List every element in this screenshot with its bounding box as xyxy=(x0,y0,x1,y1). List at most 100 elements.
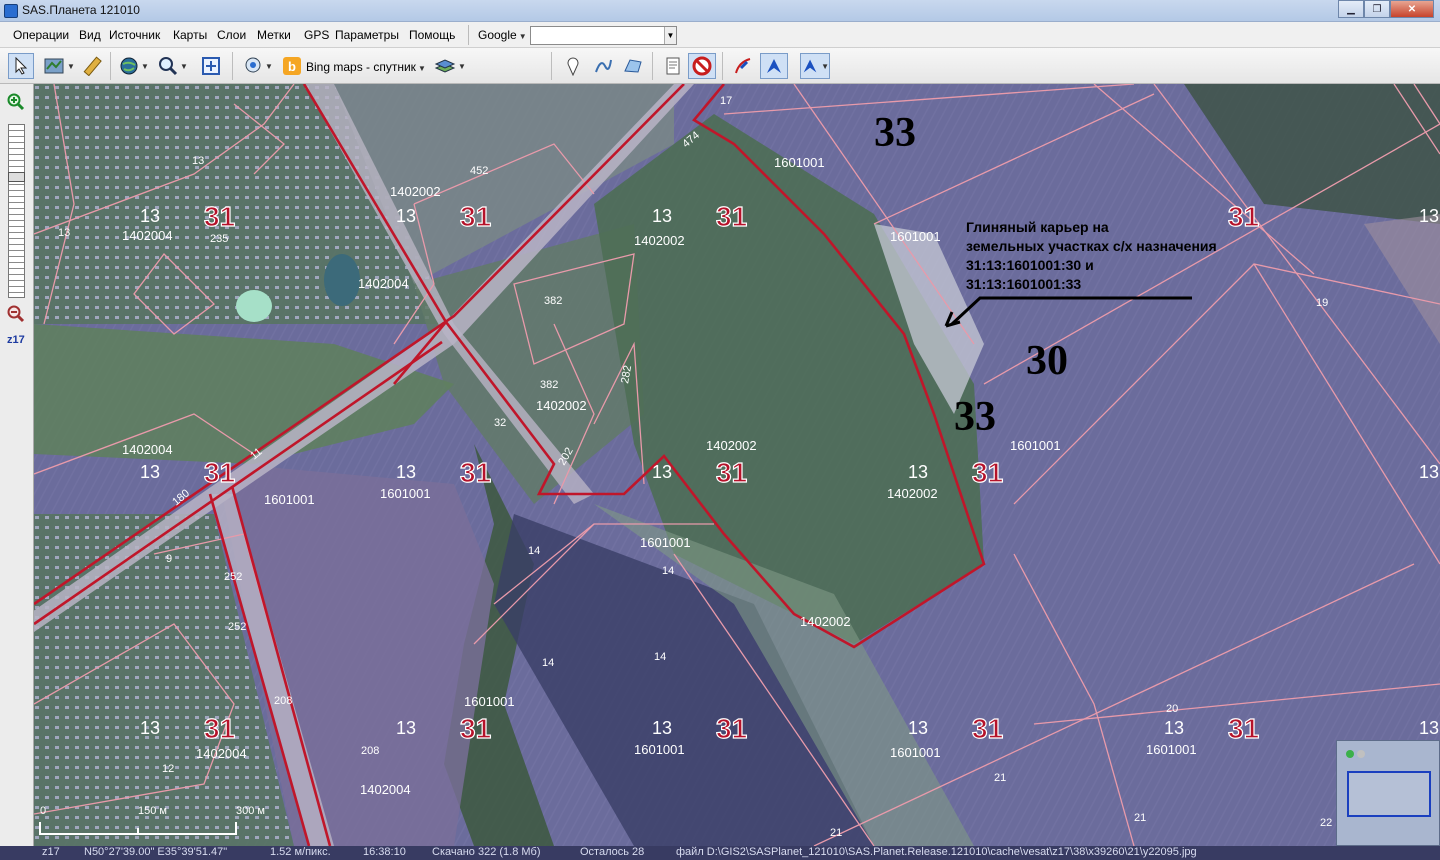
quarter-number-label: 1601001 xyxy=(264,492,315,507)
quarter-number-label: 1402004 xyxy=(358,276,409,291)
district-number-label: 13 xyxy=(652,718,672,738)
menu-operations[interactable]: Операции xyxy=(13,28,69,42)
marks-list-icon[interactable] xyxy=(660,53,686,79)
district-number-label: 31 xyxy=(460,713,491,744)
plot-number-label: 21 xyxy=(1134,812,1146,824)
zoom-out-icon[interactable] xyxy=(7,305,25,327)
toolbar-separator xyxy=(551,52,552,80)
maximize-button[interactable]: ❐ xyxy=(1364,0,1390,18)
placemark-icon[interactable] xyxy=(560,53,586,79)
quarter-number-label: 1402002 xyxy=(706,438,757,453)
plot-number-label: 208 xyxy=(274,695,292,707)
globe-icon[interactable]: ▼ xyxy=(116,53,152,79)
close-button[interactable]: ✕ xyxy=(1390,0,1434,18)
district-number-label: 13 xyxy=(140,206,160,226)
gps-icon[interactable]: ▼ xyxy=(240,53,276,79)
plot-number-label: 14 xyxy=(528,545,540,557)
svg-text:b: b xyxy=(288,59,296,74)
app-window: SAS.Планета 121010 ▁ ❐ ✕ Операции Вид Ис… xyxy=(0,0,1440,860)
plot-number-label: 14 xyxy=(542,657,554,669)
district-number-label: 31 xyxy=(716,457,747,488)
toolbar-separator xyxy=(722,52,723,80)
map-view[interactable]: 17 474 452 382 382 282 202 235 252 252 2… xyxy=(34,84,1440,846)
menu-gps[interactable]: GPS xyxy=(304,28,329,42)
fullscreen-icon[interactable] xyxy=(198,53,224,79)
minimap-zoom-out-icon[interactable] xyxy=(1357,750,1365,758)
ruler-icon[interactable] xyxy=(80,53,106,79)
plot-number-label: 32 xyxy=(494,417,506,429)
plot-number-label: 9 xyxy=(166,553,172,565)
annotation-line: 31:13:1601001:33 xyxy=(966,276,1081,292)
map-canvas: 17 474 452 382 382 282 202 235 252 252 2… xyxy=(34,84,1440,846)
quarter-number-label: 1402002 xyxy=(390,184,441,199)
status-bar: z17 N50°27'39.00" E35°39'51.47" 1.52 м/п… xyxy=(0,846,1440,860)
app-icon xyxy=(4,4,18,18)
menu-source[interactable]: Источник xyxy=(109,28,160,42)
polygon-icon[interactable] xyxy=(620,53,646,79)
center-gps-icon[interactable] xyxy=(760,53,788,79)
district-number-label: 13 xyxy=(396,206,416,226)
minimap-viewport[interactable] xyxy=(1347,771,1431,817)
district-number-label: 13 xyxy=(1164,718,1184,738)
plot-number-label: 452 xyxy=(470,165,488,177)
zoom-in-icon[interactable] xyxy=(7,93,25,115)
district-number-label: 31 xyxy=(204,201,235,232)
status-time: 16:38:10 xyxy=(363,846,406,858)
district-number-label: 31 xyxy=(1228,713,1259,744)
cursor-icon[interactable] xyxy=(8,53,34,79)
menu-layers[interactable]: Слои xyxy=(217,28,246,42)
district-number-label: 31 xyxy=(972,713,1003,744)
parcel-33-label: 33 xyxy=(874,110,916,156)
status-file-path: файл D:\GIS2\SASPlanet_121010\SAS.Planet… xyxy=(676,846,1197,858)
quarter-number-label: 1601001 xyxy=(634,742,685,757)
window-title: SAS.Планета 121010 xyxy=(22,3,140,17)
district-number-label: 31 xyxy=(1228,201,1259,232)
plot-number-label: 252 xyxy=(228,621,246,633)
menu-marks[interactable]: Метки xyxy=(257,28,291,42)
zoom-slider-thumb[interactable] xyxy=(8,172,25,182)
gps-track-icon[interactable] xyxy=(730,53,756,79)
district-number-label: 13 xyxy=(140,718,160,738)
minimize-button[interactable]: ▁ xyxy=(1338,0,1364,18)
minimap-zoom-in-icon[interactable] xyxy=(1346,750,1354,758)
quarter-number-label: 1601001 xyxy=(890,229,941,244)
search-input[interactable]: ▼ xyxy=(530,26,677,45)
no-marks-icon[interactable] xyxy=(688,53,716,79)
plot-number-label: 21 xyxy=(994,772,1006,784)
title-bar[interactable]: SAS.Планета 121010 ▁ ❐ ✕ xyxy=(0,0,1440,22)
chevron-down-icon: ▼ xyxy=(417,64,426,73)
bing-icon[interactable]: b xyxy=(279,53,305,79)
search-dropdown-icon[interactable]: ▼ xyxy=(664,27,676,44)
map-source-label[interactable]: Bing maps - спутник ▼ xyxy=(306,60,426,74)
district-number-label: 31 xyxy=(460,201,491,232)
status-zoom: z17 xyxy=(42,846,60,858)
menu-help[interactable]: Помощь xyxy=(409,28,455,42)
toolbar-separator xyxy=(652,52,653,80)
quarter-number-label: 1601001 xyxy=(774,155,825,170)
menu-maps[interactable]: Карты xyxy=(173,28,207,42)
map-layers-icon[interactable]: ▼ xyxy=(40,53,78,79)
minimap[interactable] xyxy=(1336,740,1440,846)
plot-number-label: 20 xyxy=(1166,703,1178,715)
geocoder-select[interactable]: Google ▼ xyxy=(474,26,530,44)
chevron-down-icon: ▼ xyxy=(518,32,527,41)
magnifier-icon[interactable]: ▼ xyxy=(155,53,191,79)
menu-view[interactable]: Вид xyxy=(79,28,101,42)
district-number-label: 13 xyxy=(1419,718,1439,738)
district-number-label: 13 xyxy=(908,718,928,738)
layers-icon[interactable]: ▼ xyxy=(432,53,468,79)
geocoder-label: Google xyxy=(478,28,517,42)
plot-number-label: 382 xyxy=(540,379,558,391)
menu-parameters[interactable]: Параметры xyxy=(335,28,399,42)
path-icon[interactable] xyxy=(590,53,616,79)
plot-number-label: 14 xyxy=(654,651,666,663)
district-number-label: 31 xyxy=(716,201,747,232)
plot-number-label: 19 xyxy=(1316,297,1328,309)
annotation-line: земельных участках с/х назначения xyxy=(966,238,1217,254)
pond xyxy=(236,290,272,322)
gps-follow-icon[interactable]: ▼ xyxy=(800,53,830,79)
quarter-number-label: 1402004 xyxy=(122,228,173,243)
plot-number-label: 22 xyxy=(1320,817,1332,829)
district-number-label: 13 xyxy=(140,462,160,482)
zoom-slider[interactable] xyxy=(8,124,25,298)
